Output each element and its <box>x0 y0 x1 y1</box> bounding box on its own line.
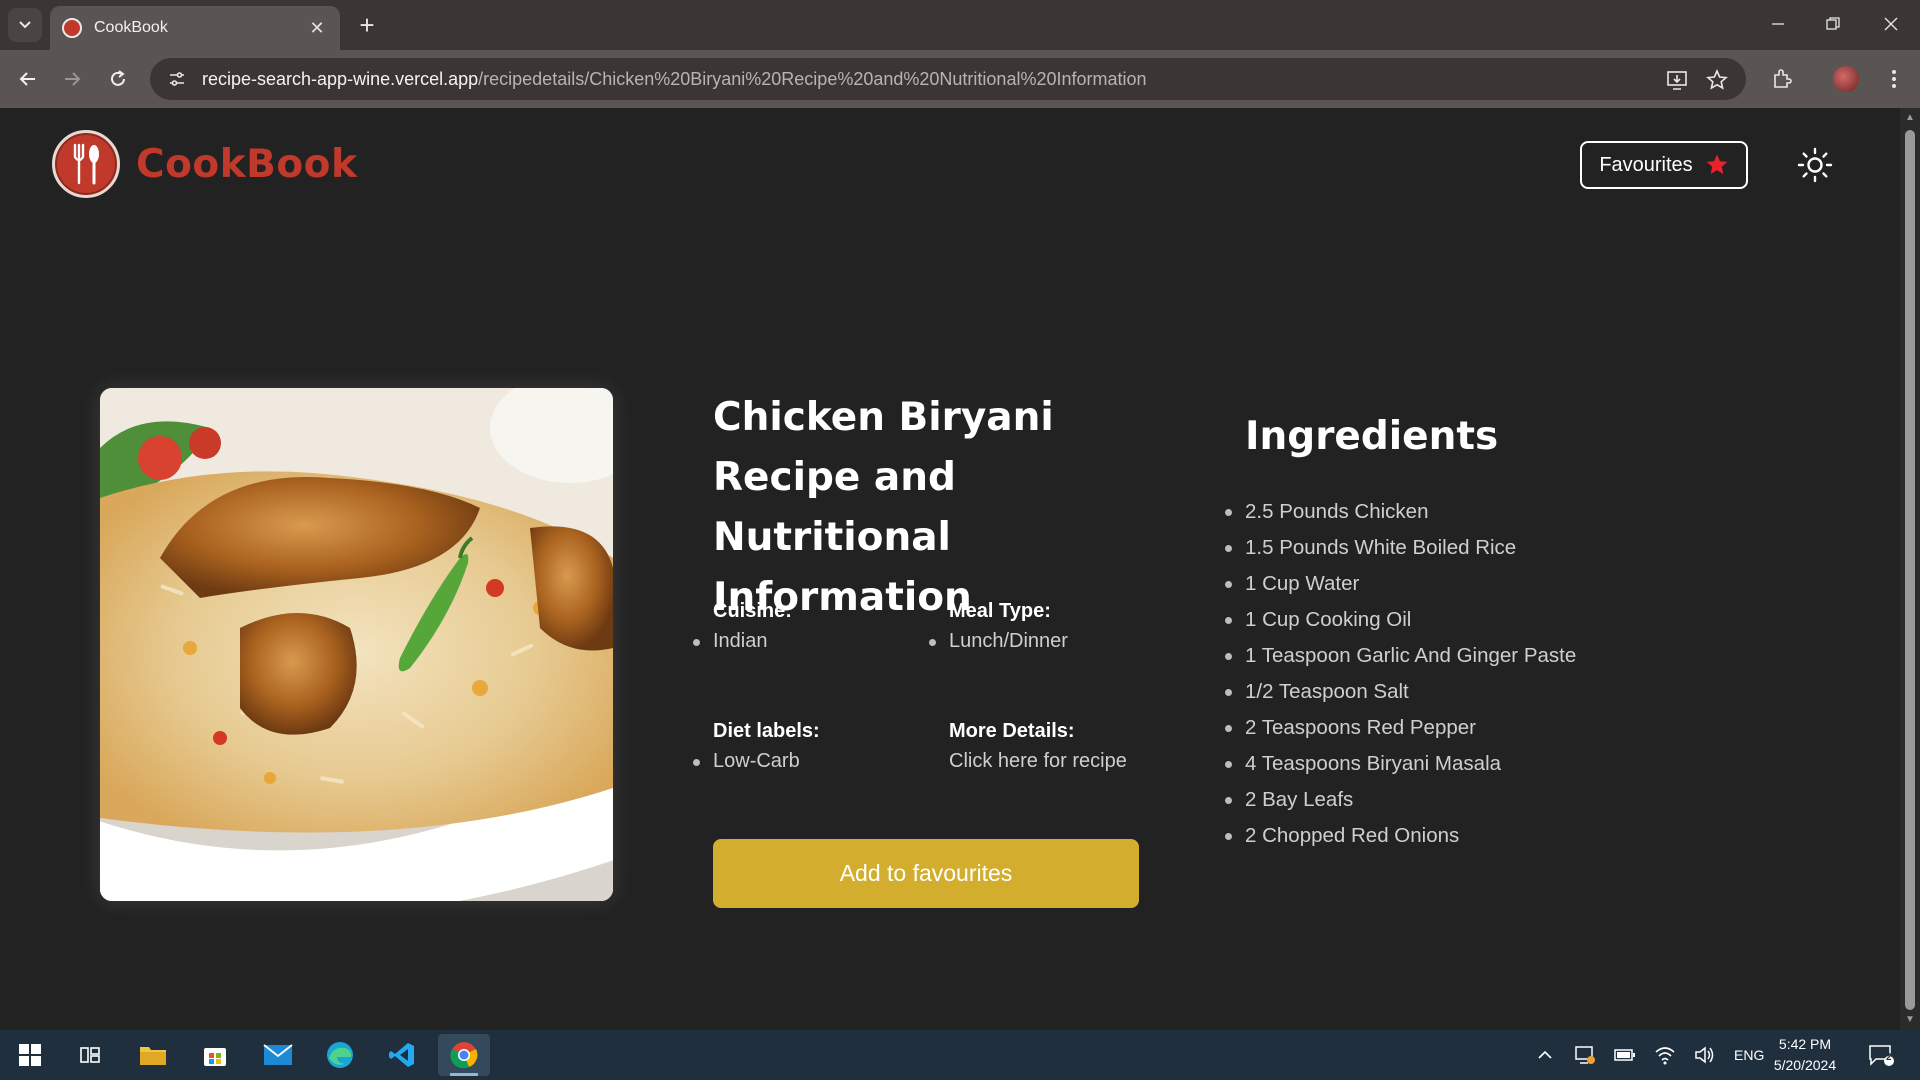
ingredients-list: 2.5 Pounds Chicken 1.5 Pounds White Boil… <box>1224 494 1576 854</box>
ingredient-item: 1 Cup Water <box>1224 566 1576 602</box>
profile-avatar[interactable] <box>1830 63 1862 95</box>
ingredient-item: 1.5 Pounds White Boiled Rice <box>1224 530 1576 566</box>
url-path: /recipedetails/Chicken%20Biryani%20Recip… <box>478 68 1147 89</box>
site-info-icon[interactable] <box>164 66 190 92</box>
recipe-image <box>100 388 613 901</box>
favourites-label: Favourites <box>1599 153 1693 176</box>
tab-title: CookBook <box>94 19 168 36</box>
diet-labels-label: Diet labels: <box>713 720 820 742</box>
meal-type-label: Meal Type: <box>949 600 1051 622</box>
chrome-icon[interactable] <box>438 1034 490 1076</box>
theme-toggle-sun-icon[interactable] <box>1796 146 1834 184</box>
ingredient-item: 2 Chopped Red Onions <box>1224 818 1576 854</box>
close-window-icon[interactable] <box>1868 6 1914 42</box>
clock-time: 5:42 PM <box>1778 1036 1832 1052</box>
minimize-icon[interactable] <box>1755 6 1801 42</box>
back-arrow-icon[interactable] <box>12 63 44 95</box>
ingredients-heading: Ingredients <box>1245 414 1499 459</box>
bookmark-star-icon[interactable] <box>1704 67 1730 93</box>
cookbook-favicon-icon <box>62 18 82 38</box>
close-tab-icon[interactable]: ✕ <box>306 18 328 39</box>
restore-icon[interactable] <box>1810 6 1856 42</box>
scroll-down-arrow-icon[interactable]: ▼ <box>1904 1014 1916 1026</box>
cuisine-label: Cuisine: <box>713 600 792 622</box>
chevron-down-icon <box>19 21 31 29</box>
browser-tab-strip: CookBook ✕ + <box>0 0 1920 50</box>
file-explorer-icon[interactable] <box>127 1034 179 1076</box>
notification-count-badge: 2 <box>1886 1052 1892 1063</box>
cookbook-logo[interactable]: CookBook <box>52 130 357 198</box>
browser-toolbar: recipe-search-app-wine.vercel.app/recipe… <box>0 50 1920 108</box>
forward-arrow-icon[interactable] <box>56 63 88 95</box>
wifi-icon[interactable] <box>1652 1042 1678 1068</box>
favourites-nav-button[interactable]: Favourites <box>1580 141 1748 189</box>
scroll-up-arrow-icon[interactable]: ▲ <box>1904 112 1916 124</box>
add-to-favourites-button[interactable]: Add to favourites <box>713 839 1139 908</box>
recipe-title: Chicken Biryani Recipe and Nutritional I… <box>713 395 1054 620</box>
page-content: CookBook Favourites Chicken Biryani Reci… <box>0 108 1900 1030</box>
task-view-icon[interactable] <box>64 1034 116 1076</box>
windows-update-icon[interactable] <box>1572 1042 1598 1068</box>
star-icon <box>1706 154 1727 174</box>
reload-icon[interactable] <box>102 63 134 95</box>
address-bar[interactable]: recipe-search-app-wine.vercel.app/recipe… <box>150 58 1746 100</box>
recipe-link[interactable]: Click here for recipe <box>949 750 1127 773</box>
browser-tab[interactable]: CookBook ✕ <box>50 6 340 50</box>
clock-date: 5/20/2024 <box>1773 1057 1837 1073</box>
ingredient-item: 2 Teaspoons Red Pepper <box>1224 710 1576 746</box>
avatar <box>1833 66 1859 92</box>
scrollbar-thumb[interactable] <box>1905 130 1915 1010</box>
tab-search-button[interactable] <box>8 8 42 42</box>
ingredient-item: 2 Bay Leafs <box>1224 782 1576 818</box>
volume-icon[interactable] <box>1692 1042 1718 1068</box>
mail-icon[interactable] <box>252 1034 304 1076</box>
ingredient-item: 1 Teaspoon Garlic And Ginger Paste <box>1224 638 1576 674</box>
page-scrollbar[interactable]: ▲ ▼ <box>1900 108 1920 1030</box>
ingredient-item: 1 Cup Cooking Oil <box>1224 602 1576 638</box>
windows-start-icon[interactable] <box>4 1034 56 1076</box>
ingredient-item: 2.5 Pounds Chicken <box>1224 494 1576 530</box>
meal-type-value: Lunch/Dinner <box>929 630 1068 652</box>
diet-labels-value: Low-Carb <box>693 750 800 772</box>
vscode-icon[interactable] <box>376 1034 428 1076</box>
ingredient-item: 4 Teaspoons Biryani Masala <box>1224 746 1576 782</box>
fork-spoon-logo-icon <box>52 130 120 198</box>
microsoft-store-icon[interactable] <box>189 1034 241 1076</box>
edge-browser-icon[interactable] <box>314 1034 366 1076</box>
new-tab-button[interactable]: + <box>352 10 382 40</box>
more-details-label: More Details: <box>949 720 1075 742</box>
brand-name: CookBook <box>136 141 358 187</box>
clock[interactable]: 5:42 PM 5/20/2024 <box>1760 1034 1850 1076</box>
browser-menu-icon[interactable] <box>1878 63 1910 95</box>
ingredient-item: 1/2 Teaspoon Salt <box>1224 674 1576 710</box>
url-host: recipe-search-app-wine.vercel.app <box>202 68 479 89</box>
notifications-icon[interactable]: 2 <box>1868 1042 1894 1068</box>
show-hidden-icons-chevron-icon[interactable] <box>1532 1042 1558 1068</box>
install-app-icon[interactable] <box>1664 67 1690 93</box>
windows-taskbar: ENG 5:42 PM 5/20/2024 2 <box>0 1030 1920 1080</box>
battery-icon[interactable] <box>1612 1042 1638 1068</box>
extensions-icon[interactable] <box>1766 63 1798 95</box>
cuisine-value: Indian <box>693 630 768 652</box>
